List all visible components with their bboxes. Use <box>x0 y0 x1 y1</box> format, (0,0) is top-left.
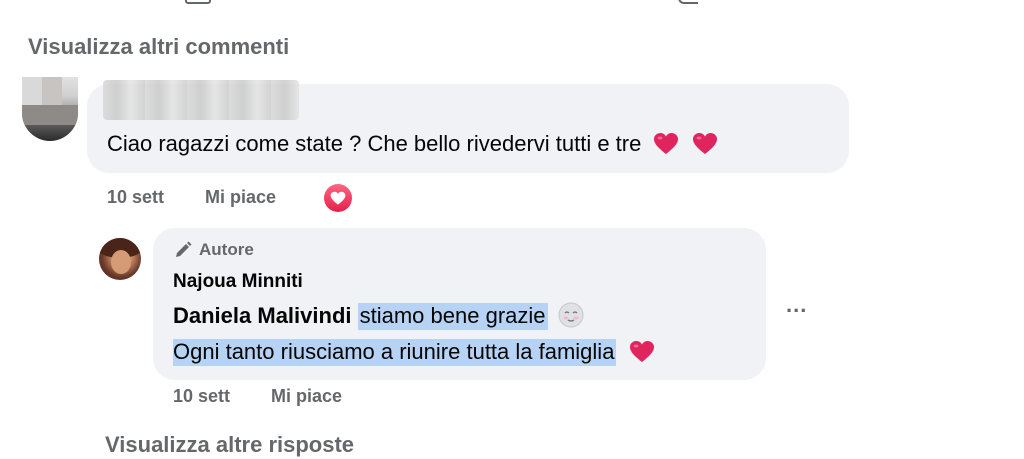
reply-meta: 10 sett Mi piace <box>173 386 342 407</box>
reply-time[interactable]: 10 sett <box>173 386 230 406</box>
reply-avatar[interactable] <box>99 238 141 280</box>
top-partial-icon <box>185 0 211 4</box>
mention-tag[interactable]: Daniela Malivindi <box>173 303 352 328</box>
view-more-replies-link[interactable]: Visualizza altre risposte <box>105 432 354 458</box>
comment-text: Ciao ragazzi come state ? Che bello rive… <box>107 131 718 157</box>
like-button[interactable]: Mi piace <box>271 386 342 407</box>
comment-time[interactable]: 10 sett <box>107 187 164 207</box>
heart-reaction-icon[interactable] <box>321 181 355 215</box>
top-partial-share-icon <box>678 0 698 4</box>
red-heart-emoji-icon <box>692 133 717 154</box>
reply-text-line2: Ogni tanto riusciamo a riunire tutta la … <box>173 339 655 366</box>
author-badge-label: Autore <box>199 240 254 259</box>
view-more-comments-link[interactable]: Visualizza altri commenti <box>28 34 289 60</box>
reply-author-name[interactable]: Najoua Minniti <box>173 271 303 293</box>
avatar[interactable] <box>22 77 78 141</box>
like-button[interactable]: Mi piace <box>205 187 276 208</box>
reply-text-selected: stiamo bene grazie <box>357 303 548 330</box>
pencil-icon <box>176 241 192 257</box>
comment-meta: 10 sett Mi piace <box>107 187 276 208</box>
more-options-button[interactable]: ... <box>786 292 807 318</box>
reply-text-line1: Daniela Malivindi stiamo bene grazie <box>173 302 584 330</box>
blurred-author-name <box>103 80 299 120</box>
author-badge: Autore <box>173 240 254 260</box>
blushing-face-emoji-icon <box>558 302 584 328</box>
red-heart-emoji-icon <box>629 341 654 362</box>
red-heart-emoji-icon <box>654 133 679 154</box>
reply-text-selected: Ogni tanto riusciamo a riunire tutta la … <box>173 339 617 366</box>
